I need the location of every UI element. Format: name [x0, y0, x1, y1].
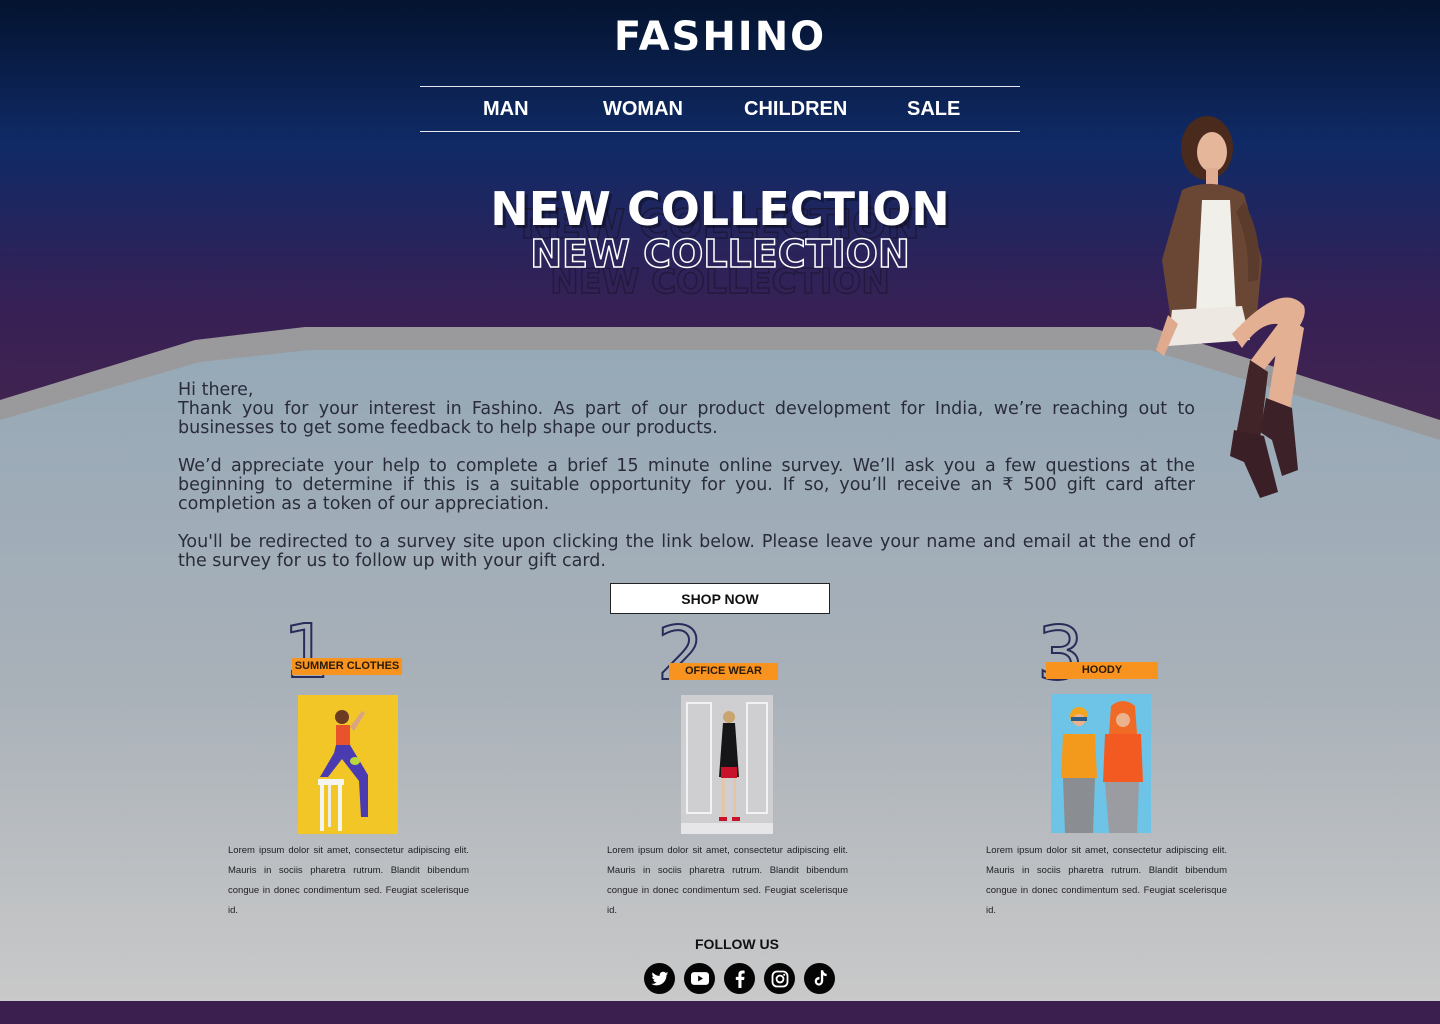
follow-us-label: FOLLOW US — [695, 936, 779, 952]
twitter-icon[interactable] — [644, 963, 675, 994]
intro-paragraph: You'll be redirected to a survey site up… — [178, 532, 1195, 571]
hoody-image[interactable] — [1051, 694, 1151, 833]
nav-item-woman[interactable]: WOMAN — [603, 98, 683, 121]
shop-now-button[interactable]: SHOP NOW — [610, 583, 830, 614]
summer-clothes-image[interactable] — [298, 695, 398, 834]
tiktok-icon[interactable] — [804, 963, 835, 994]
intro-text: Hi there, Thank you for your interest in… — [178, 381, 1195, 590]
card-description: Lorem ipsum dolor sit amet, consectetur … — [986, 845, 1227, 916]
intro-paragraph: We’d appreciate your help to complete a … — [178, 456, 1195, 514]
nav-item-children[interactable]: CHILDREN — [744, 98, 847, 121]
card-description: Lorem ipsum dolor sit amet, consectetur … — [607, 845, 848, 916]
facebook-icon[interactable] — [724, 963, 755, 994]
youtube-icon[interactable] — [684, 963, 715, 994]
card-tag-hoody[interactable]: HOODY — [1046, 662, 1158, 679]
intro-paragraph: Hi there, Thank you for your interest in… — [178, 380, 1195, 438]
nav-item-sale[interactable]: SALE — [907, 98, 960, 121]
card-tag-summer-clothes[interactable]: SUMMER CLOTHES — [292, 658, 402, 675]
nav-item-man[interactable]: MAN — [483, 98, 529, 121]
instagram-icon[interactable] — [764, 963, 795, 994]
office-wear-image[interactable] — [681, 695, 773, 834]
footer-bar — [0, 1001, 1440, 1024]
card-number: 1 — [282, 609, 331, 695]
card-number: 3 — [1036, 611, 1085, 697]
hero-model-image — [1156, 116, 1305, 498]
brand-logo[interactable]: FASHINO — [0, 14, 1440, 60]
main-nav: MAN WOMAN CHILDREN SALE — [420, 86, 1020, 132]
card-tag-office-wear[interactable]: OFFICE WEAR — [669, 663, 778, 680]
card-description: Lorem ipsum dolor sit amet, consectetur … — [228, 845, 469, 916]
